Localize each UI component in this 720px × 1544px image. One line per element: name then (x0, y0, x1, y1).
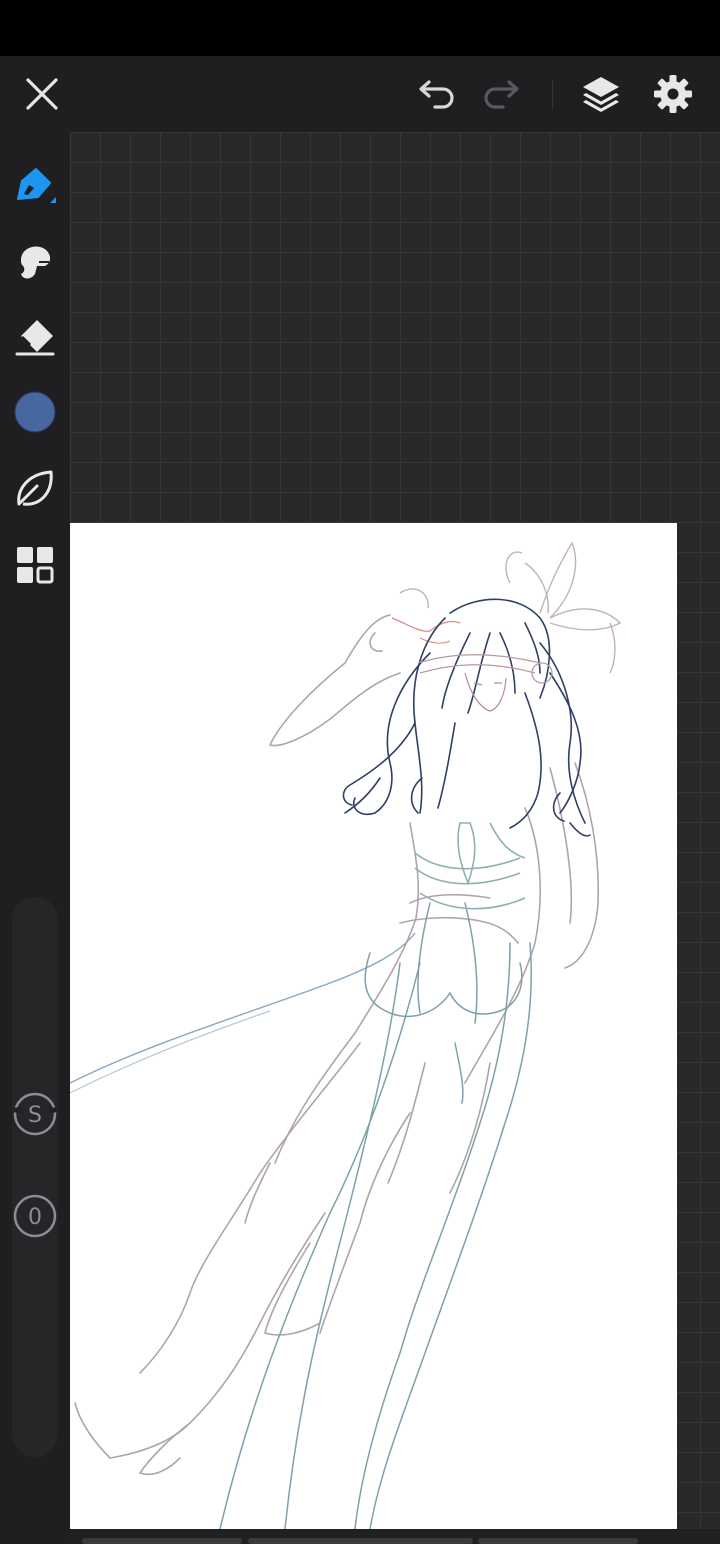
scroll-indicator-left (82, 1538, 242, 1544)
brush-library-button[interactable] (7, 460, 63, 516)
color-picker-button[interactable] (7, 384, 63, 440)
grid-icon (17, 547, 54, 584)
leaf-icon (17, 470, 53, 506)
undo-button[interactable] (409, 66, 465, 122)
layers-icon (583, 77, 619, 112)
layers-button[interactable] (573, 66, 629, 122)
opacity-toggle-button[interactable]: 0 (12, 1193, 58, 1239)
close-icon (26, 78, 58, 110)
sketch-artwork (70, 541, 622, 1529)
opacity-value: 0 (28, 1205, 42, 1230)
settings-button[interactable] (645, 66, 701, 122)
status-bar (0, 0, 720, 56)
redo-icon (484, 80, 519, 109)
close-button[interactable] (14, 66, 70, 122)
pen-tool-button[interactable] (7, 156, 63, 212)
opacity-icon: 0 (13, 1194, 57, 1238)
grid-menu-button[interactable] (7, 537, 63, 593)
undo-icon (419, 80, 454, 109)
color-swatch (14, 391, 56, 433)
smudge-icon (21, 246, 51, 279)
app-root: S 0 (0, 0, 720, 1544)
scroll-indicator-right (478, 1538, 638, 1544)
gear-icon (654, 75, 692, 113)
size-icon: S (13, 1092, 57, 1136)
toolbar-divider (552, 80, 553, 110)
eraser-icon (15, 320, 55, 356)
size-toggle-button[interactable]: S (12, 1091, 58, 1137)
drawing-canvas[interactable] (70, 523, 677, 1529)
tool-sidebar: S 0 (0, 132, 70, 1544)
top-toolbar (0, 56, 720, 132)
eraser-tool-button[interactable] (7, 310, 63, 366)
size-value: S (28, 1103, 42, 1128)
scroll-indicator-middle (248, 1538, 473, 1544)
redo-button[interactable] (473, 66, 529, 122)
smudge-tool-button[interactable] (7, 234, 63, 290)
pen-icon (17, 168, 56, 203)
brush-size-slider[interactable] (12, 897, 58, 1457)
